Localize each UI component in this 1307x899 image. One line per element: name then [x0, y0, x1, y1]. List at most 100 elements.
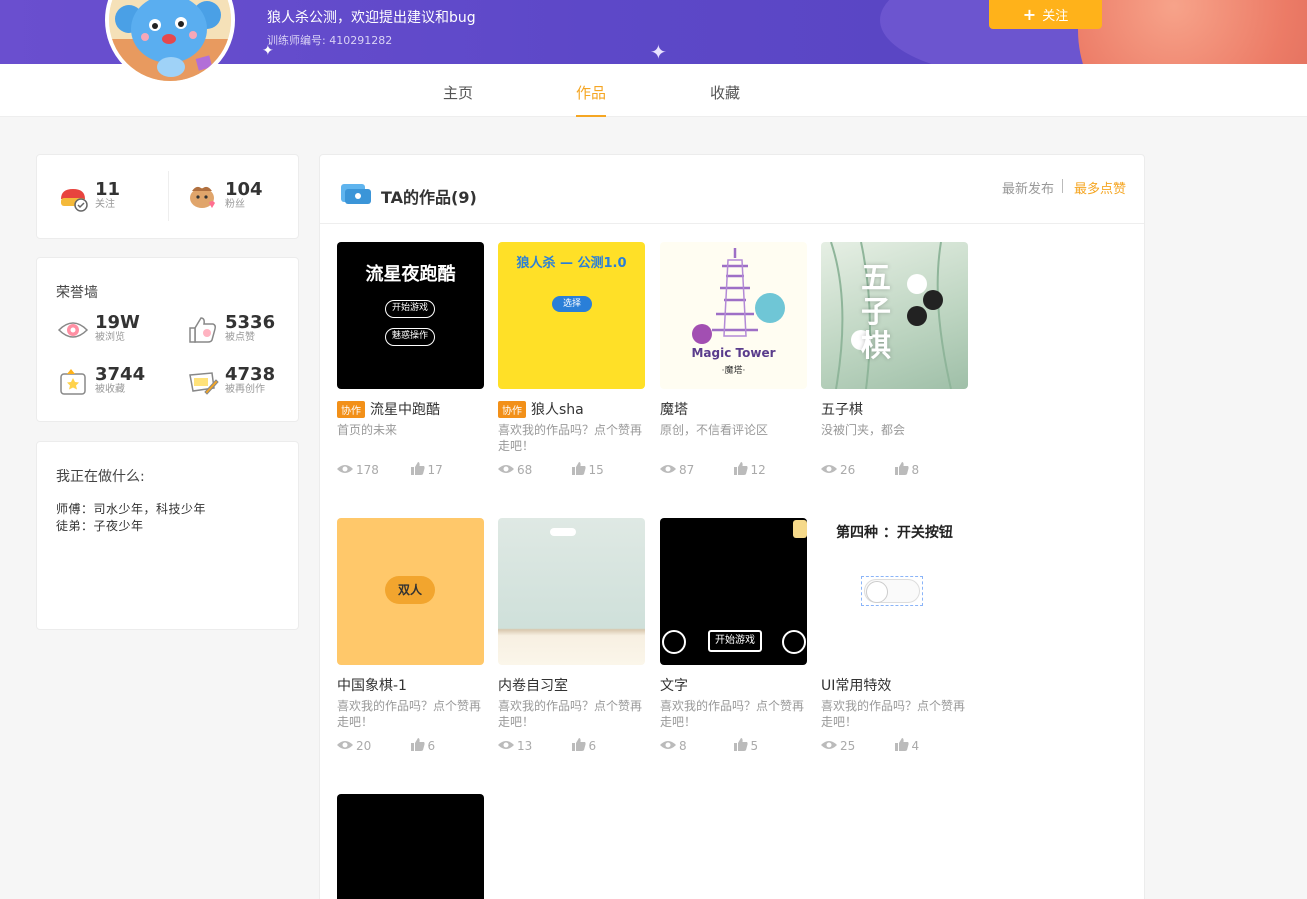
likes-metric[interactable]: 17 — [410, 462, 485, 478]
thumb-up-icon — [894, 462, 909, 478]
tab-favorites[interactable]: 收藏 — [710, 82, 740, 103]
sort-popular[interactable]: 最多点赞 — [1074, 178, 1126, 197]
work-card[interactable]: 开始游戏 文字 喜欢我的作品吗？点个赞再走吧！ 8 5 — [660, 518, 807, 754]
ranking-icon — [662, 630, 686, 654]
work-thumbnail[interactable]: 流星夜跑酷 开始游戏 魅惑操作 — [337, 242, 484, 389]
work-card[interactable]: 五子棋 五子棋 没被门夹，都会 26 8 — [821, 242, 968, 478]
eye-icon — [337, 463, 353, 477]
works-title: TA的作品(9) — [381, 188, 477, 207]
followers-stat[interactable]: 104 粉丝 — [187, 181, 263, 213]
star-box-icon — [57, 366, 89, 398]
eye-icon — [337, 739, 353, 753]
work-name: 中国象棋-1 — [337, 678, 407, 694]
work-thumbnail[interactable]: 开始游戏 — [660, 518, 807, 665]
likes-metric[interactable]: 6 — [410, 738, 485, 754]
likes-metric[interactable]: 15 — [571, 462, 646, 478]
thumb-button: 魅惑操作 — [385, 328, 435, 346]
collab-badge: 协作 — [337, 400, 365, 418]
eye-icon — [57, 314, 89, 346]
follow-label: 关注 — [1042, 9, 1069, 24]
honor-favorites-label: 被收藏 — [95, 384, 125, 395]
views-count: 8 — [679, 739, 687, 753]
work-name: 狼人sha — [531, 402, 584, 418]
work-name-row: 五子棋 — [821, 399, 968, 419]
thumb-button: 选择 — [552, 296, 592, 312]
work-name: 五子棋 — [821, 402, 863, 418]
eye-icon — [660, 463, 676, 477]
sort-divider — [1062, 179, 1063, 193]
collab-badge: 协作 — [498, 400, 526, 418]
work-card[interactable]: 狼人杀 — 公测1.0 选择 协作 狼人sha 喜欢我的作品吗？点个赞再走吧！ … — [498, 242, 645, 478]
work-thumbnail[interactable]: 狼人杀 — 公测1.0 选择 — [498, 242, 645, 389]
thumb-title: 五子棋 — [861, 261, 891, 364]
eye-icon — [660, 739, 676, 753]
following-count: 11 — [95, 179, 121, 200]
cloud-icon — [782, 630, 806, 654]
thumb-title: 狼人杀 — 公测1.0 — [516, 256, 627, 271]
work-name-row: 内卷自习室 — [498, 675, 645, 695]
likes-count: 12 — [750, 463, 766, 477]
views-metric: 20 — [337, 738, 411, 754]
work-thumbnail[interactable]: 五子棋 — [821, 242, 968, 389]
pagoda-icon — [692, 248, 785, 344]
honor-favorites: 3744 被收藏 — [57, 366, 145, 398]
followers-icon — [187, 181, 219, 213]
banner-planet — [1078, 0, 1307, 64]
work-thumbnail[interactable]: 双人 — [337, 518, 484, 665]
following-icon — [57, 181, 89, 213]
following-stat[interactable]: 11 关注 — [57, 181, 120, 213]
thumb-up-icon — [571, 462, 586, 478]
likes-count: 6 — [427, 739, 436, 753]
eye-icon — [498, 739, 514, 753]
thumb-button: 双人 — [385, 576, 435, 604]
user-name: 狼人杀公测，欢迎提出建议和bug — [267, 10, 476, 26]
work-card[interactable]: 双人 中国象棋-1 喜欢我的作品吗？点个赞再走吧！ 20 6 — [337, 518, 484, 754]
work-metrics: 20 6 — [337, 738, 484, 754]
thumb-subtitle: ·魔塔· — [721, 366, 746, 376]
likes-metric[interactable]: 8 — [894, 462, 969, 478]
following-label: 关注 — [95, 199, 115, 210]
work-name-row: 中国象棋-1 — [337, 675, 484, 695]
views-count: 87 — [679, 463, 695, 477]
honor-views-value: 19W — [95, 312, 140, 333]
likes-metric[interactable]: 5 — [733, 738, 808, 754]
work-thumbnail[interactable]: 第四种 ：开关按钮 — [821, 518, 968, 665]
views-count: 178 — [356, 463, 379, 477]
work-thumbnail[interactable]: Magic Tower ·魔塔· — [660, 242, 807, 389]
work-card[interactable]: 内卷自习室 喜欢我的作品吗？点个赞再走吧！ 13 6 — [498, 518, 645, 754]
thumb-up-icon — [571, 738, 586, 754]
work-card[interactable]: 流星夜跑酷 开始游戏 魅惑操作 协作 流星中跑酷 首页的未来 178 17 — [337, 242, 484, 478]
work-thumbnail[interactable] — [337, 794, 484, 899]
views-count: 68 — [517, 463, 533, 477]
work-metrics: 13 6 — [498, 738, 645, 754]
tab-works[interactable]: 作品 — [576, 82, 607, 117]
likes-metric[interactable]: 4 — [894, 738, 969, 754]
thumb-button: 开始游戏 — [385, 300, 435, 318]
work-desc: 首页的未来 — [337, 423, 398, 437]
thumb-up-icon — [410, 462, 425, 478]
cloud-icon — [550, 528, 576, 536]
views-metric: 13 — [498, 738, 572, 754]
eye-icon — [821, 739, 837, 753]
likes-count: 6 — [588, 739, 597, 753]
likes-metric[interactable]: 12 — [733, 462, 808, 478]
work-desc: 没被门夹，都会 — [821, 423, 906, 437]
work-card[interactable]: 第四种 ：开关按钮 UI常用特效 喜欢我的作品吗？点个赞再走吧！ 25 4 — [821, 518, 968, 754]
work-card[interactable]: Magic Tower ·魔塔· 魔塔 原创，不信看评论区 87 12 — [660, 242, 807, 478]
work-name-row: 魔塔 — [660, 399, 807, 419]
work-thumbnail[interactable] — [498, 518, 645, 665]
work-name-row: 协作 流星中跑酷 — [337, 399, 484, 419]
likes-metric[interactable]: 6 — [571, 738, 646, 754]
follow-button[interactable]: + 关注 — [989, 0, 1102, 29]
honor-remix: 4738 被再创作 — [187, 366, 275, 398]
sort-latest[interactable]: 最新发布 — [1002, 178, 1054, 197]
work-card[interactable] — [337, 794, 484, 899]
work-name: 内卷自习室 — [498, 678, 568, 694]
work-desc: 喜欢我的作品吗？点个赞再走吧！ — [821, 699, 966, 729]
work-metrics: 26 8 — [821, 462, 968, 478]
views-metric: 26 — [821, 462, 895, 478]
views-count: 25 — [840, 739, 856, 753]
thumb-icon — [187, 314, 219, 346]
tab-home[interactable]: 主页 — [443, 82, 473, 103]
followers-count: 104 — [225, 179, 263, 200]
